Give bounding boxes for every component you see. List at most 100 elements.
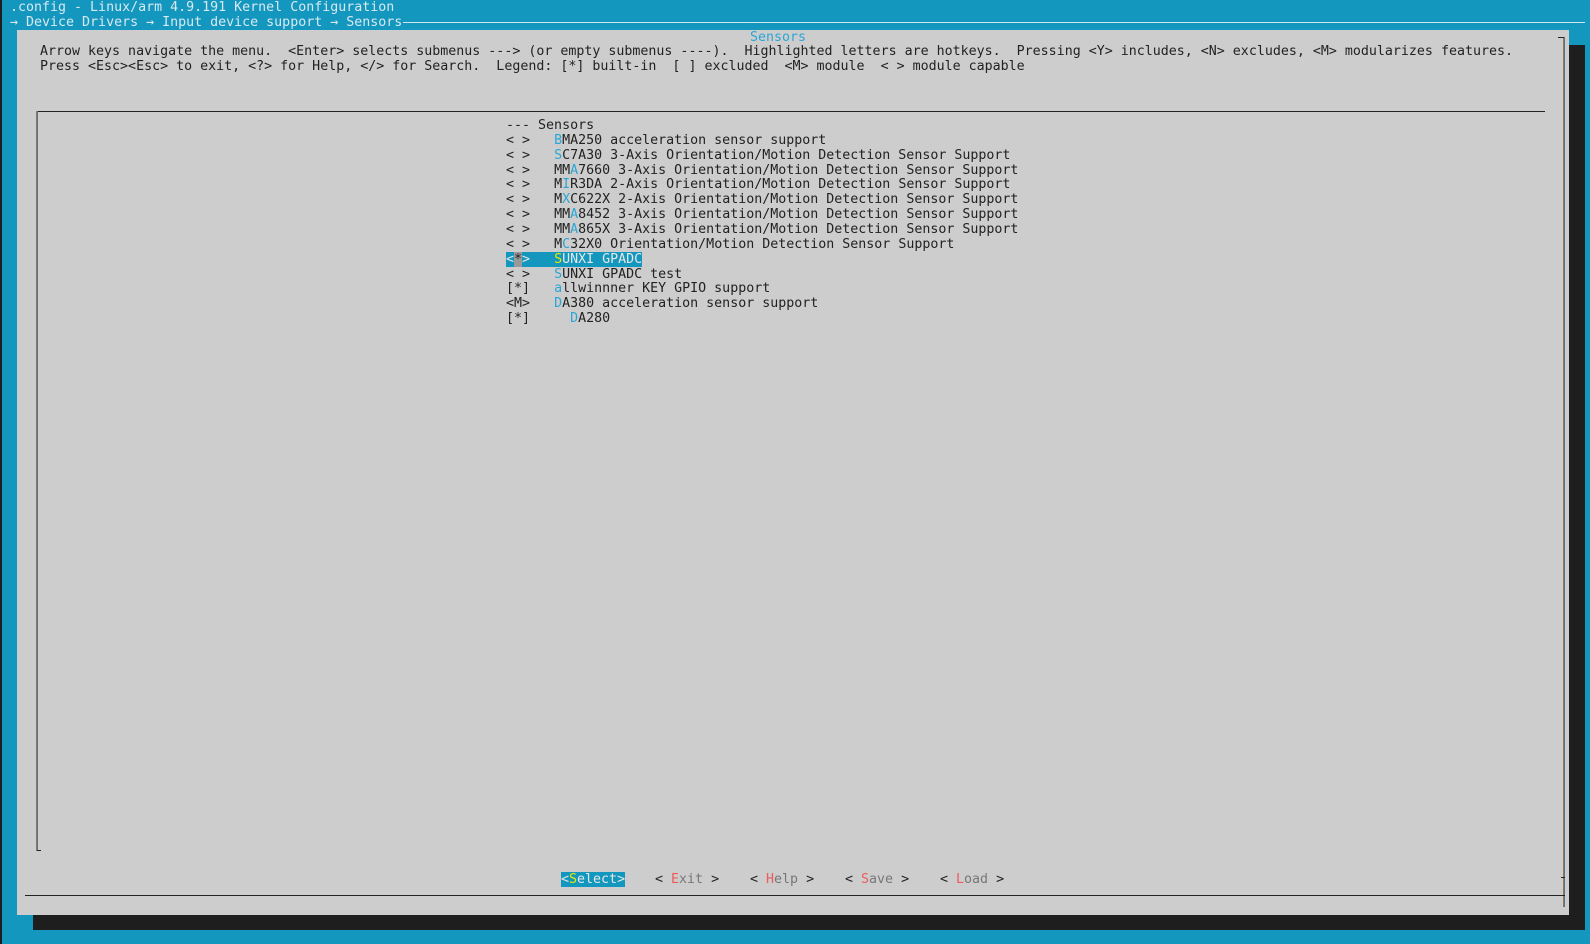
menu-item[interactable]: < > MMA7660 3-Axis Orientation/Motion De…	[506, 163, 1018, 178]
item-hotkey: I	[562, 177, 571, 193]
dialog-title: Sensors	[750, 30, 807, 45]
load-button[interactable]: < Load >	[940, 872, 1004, 887]
exit-button[interactable]: < Exit >	[655, 872, 719, 887]
select-button[interactable]: <Select>	[561, 872, 626, 887]
item-state[interactable]: < >	[506, 148, 530, 163]
button-hotkey: E	[671, 872, 680, 887]
button-hotkey: L	[956, 872, 965, 887]
bracket: <	[750, 872, 767, 887]
item-state[interactable]: [*]	[506, 281, 530, 296]
button-label: elect	[577, 872, 618, 887]
item-label-pre: MM	[554, 162, 571, 178]
item-hotkey: S	[554, 266, 563, 282]
item-label: llwinnner KEY GPIO support	[562, 281, 771, 297]
menu-item[interactable]: < > MMA865X 3-Axis Orientation/Motion De…	[506, 222, 1018, 237]
item-hotkey: X	[562, 192, 571, 208]
dialog-right-border	[1563, 37, 1565, 907]
item-label-pre: M	[554, 236, 563, 252]
menu-item[interactable]: <*> SUNXI GPADC	[506, 251, 643, 267]
item-label: R3DA 2-Axis Orientation/Motion Detection…	[570, 177, 1011, 193]
item-state[interactable]: < >	[506, 177, 530, 192]
bracket: >	[617, 872, 626, 887]
window-title: .config - Linux/arm 4.9.191 Kernel Confi…	[10, 0, 395, 15]
item-state[interactable]: <M>	[506, 296, 530, 311]
menu-item[interactable]: [*] DA280	[506, 311, 610, 326]
item-label: 8452 3-Axis Orientation/Motion Detection…	[578, 207, 1019, 223]
button-hotkey: S	[569, 872, 578, 887]
menu-item[interactable]: < > MXC622X 2-Axis Orientation/Motion De…	[506, 192, 1018, 207]
save-button[interactable]: < Save >	[845, 872, 909, 887]
bracket: >	[798, 872, 815, 887]
item-hotkey: S	[554, 251, 563, 267]
item-state[interactable]: < >	[506, 237, 530, 252]
menu-item[interactable]: < > SUNXI GPADC test	[506, 267, 682, 282]
item-state[interactable]: <*>	[506, 251, 530, 267]
item-hotkey: S	[554, 147, 563, 163]
item-label-pre: M	[554, 177, 563, 193]
button-label: xit	[679, 872, 704, 887]
item-state[interactable]: < >	[506, 133, 530, 148]
item-hotkey: D	[570, 311, 579, 327]
item-state[interactable]: < >	[506, 192, 530, 207]
button-label: ave	[869, 872, 894, 887]
item-hotkey: A	[570, 207, 579, 223]
item-label: UNXI GPADC	[562, 251, 643, 267]
menu-box-corner	[37, 850, 41, 851]
header-rule	[403, 22, 1585, 23]
item-label-pre: MM	[554, 207, 571, 223]
item-hotkey: B	[554, 132, 563, 148]
item-state[interactable]: < >	[506, 207, 530, 222]
bracket: <	[561, 872, 570, 887]
menu-item[interactable]: < > BMA250 acceleration sensor support	[506, 133, 826, 148]
button-hotkey: S	[861, 872, 870, 887]
bracket: <	[655, 872, 672, 887]
item-hotkey: A	[570, 221, 579, 237]
bracket: >	[893, 872, 910, 887]
menu-box-left-border	[36, 111, 38, 851]
item-label: 32X0 Orientation/Motion Detection Sensor…	[570, 236, 955, 252]
button-label: elp	[774, 872, 799, 887]
item-state[interactable]: < >	[506, 267, 530, 282]
item-label: 7660 3-Axis Orientation/Motion Detection…	[578, 162, 1019, 178]
item-label: C7A30 3-Axis Orientation/Motion Detectio…	[562, 147, 1011, 163]
menu-box-top-border	[37, 111, 1545, 112]
dialog-tick	[1561, 877, 1565, 878]
item-hotkey: a	[554, 281, 563, 297]
item-state[interactable]: [*]	[506, 311, 530, 326]
item-label: 865X 3-Axis Orientation/Motion Detection…	[578, 221, 1019, 237]
menu-item[interactable]: < > MIR3DA 2-Axis Orientation/Motion Det…	[506, 177, 1010, 192]
help-text-line-1: Arrow keys navigate the menu. <Enter> se…	[40, 44, 1513, 59]
bracket: <	[940, 872, 957, 887]
item-label: MA250 acceleration sensor support	[562, 132, 827, 148]
item-state[interactable]: < >	[506, 222, 530, 237]
item-label: A280	[578, 311, 611, 327]
item-label-pre: M	[554, 192, 563, 208]
breadcrumb: → Device Drivers → Input device support …	[10, 15, 403, 30]
menu-item[interactable]: < > MC32X0 Orientation/Motion Detection …	[506, 237, 954, 252]
menu-item[interactable]: <M> DA380 acceleration sensor support	[506, 296, 818, 311]
button-separator	[25, 895, 1565, 896]
menu-item[interactable]: [*] allwinnner KEY GPIO support	[506, 281, 770, 296]
item-label: Sensors	[538, 118, 595, 133]
window-edge	[0, 0, 2, 944]
menu-item[interactable]: < > SC7A30 3-Axis Orientation/Motion Det…	[506, 148, 1010, 163]
item-hotkey: A	[570, 162, 579, 178]
item-state[interactable]: < >	[506, 163, 530, 178]
item-state[interactable]: ---	[506, 118, 530, 133]
menu-item[interactable]: < > MMA8452 3-Axis Orientation/Motion De…	[506, 207, 1018, 222]
bracket: <	[845, 872, 862, 887]
help-button[interactable]: < Help >	[750, 872, 814, 887]
